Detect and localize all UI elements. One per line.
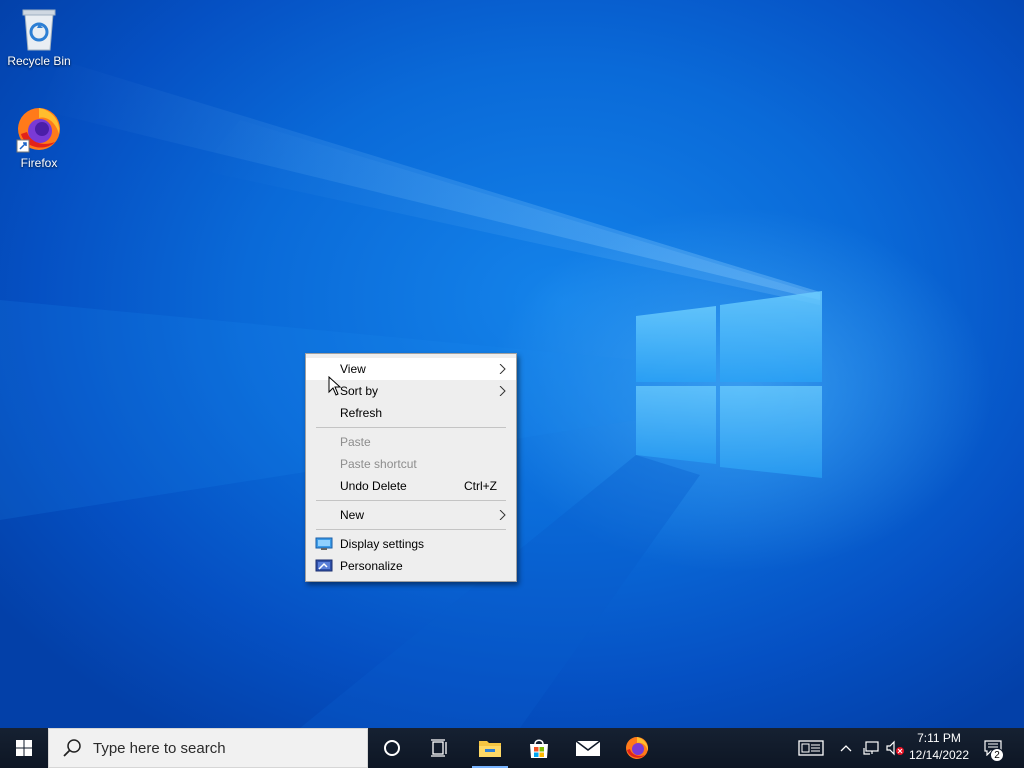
firefox-taskbar-button[interactable] <box>613 728 661 768</box>
windows-logo-wallpaper <box>636 291 822 478</box>
taskbar-clock[interactable]: 7:11 PM 12/14/2022 <box>906 730 972 766</box>
clock-date: 12/14/2022 <box>908 748 970 762</box>
firefox-icon <box>16 108 60 153</box>
menu-item-label: View <box>340 362 366 376</box>
menu-item-label: Refresh <box>340 406 383 420</box>
display-settings-icon <box>315 537 333 550</box>
task-view-icon <box>431 739 447 757</box>
start-button[interactable] <box>0 728 48 768</box>
cortana-button[interactable] <box>368 728 416 768</box>
menu-separator <box>316 427 506 428</box>
menu-item-paste[interactable]: Paste <box>306 431 516 453</box>
menu-item-display-settings[interactable]: Display settings <box>306 533 516 555</box>
chevron-right-icon <box>499 364 506 374</box>
menu-separator <box>316 500 506 501</box>
menu-item-label: Paste <box>340 435 371 449</box>
mouse-cursor-icon <box>328 376 342 396</box>
notification-count-badge: 2 <box>990 748 1004 762</box>
menu-item-undo-delete[interactable]: Undo Delete Ctrl+Z <box>306 475 516 497</box>
firefox-icon <box>626 737 649 759</box>
taskbar-search-box[interactable]: Type here to search <box>48 728 368 768</box>
network-button[interactable] <box>860 728 882 768</box>
menu-item-label: Paste shortcut <box>340 457 417 471</box>
menu-item-label: Display settings <box>340 537 425 551</box>
chevron-right-icon <box>499 386 506 396</box>
desktop-icon-recycle-bin[interactable]: Recycle Bin <box>1 6 77 68</box>
menu-item-paste-shortcut[interactable]: Paste shortcut <box>306 453 516 475</box>
menu-separator <box>316 529 506 530</box>
menu-item-label: Personalize <box>340 559 403 573</box>
menu-item-personalize[interactable]: Personalize <box>306 555 516 577</box>
desktop-icon-label: Recycle Bin <box>7 54 71 68</box>
personalize-icon <box>315 559 333 572</box>
desktop-icon-label: Firefox <box>20 156 58 170</box>
microsoft-store-icon <box>530 739 548 758</box>
start-icon <box>16 740 32 756</box>
menu-item-refresh[interactable]: Refresh <box>306 402 516 424</box>
volume-muted-icon <box>886 740 904 756</box>
file-explorer-button[interactable] <box>466 728 514 768</box>
mail-icon <box>575 740 601 756</box>
menu-item-shortcut: Ctrl+Z <box>464 479 497 493</box>
search-icon <box>63 739 81 757</box>
clock-time: 7:11 PM <box>917 731 961 745</box>
show-hidden-icons-button[interactable] <box>836 728 856 768</box>
mail-button[interactable] <box>564 728 612 768</box>
desktop-icon-firefox[interactable]: Firefox <box>1 104 77 170</box>
chevron-up-icon <box>840 745 852 752</box>
news-and-interests-button[interactable] <box>794 728 828 768</box>
search-placeholder: Type here to search <box>93 739 226 757</box>
task-view-button[interactable] <box>416 728 464 768</box>
cortana-icon <box>384 740 400 756</box>
recycle-bin-icon <box>22 9 56 51</box>
chevron-right-icon <box>499 510 506 520</box>
menu-item-label: New <box>340 508 365 522</box>
menu-item-new[interactable]: New <box>306 504 516 526</box>
file-explorer-icon <box>479 741 501 757</box>
volume-button[interactable] <box>884 728 906 768</box>
menu-item-label: Undo Delete <box>340 479 407 493</box>
show-desktop-button[interactable] <box>1012 728 1020 768</box>
news-icon <box>798 740 824 756</box>
network-icon <box>863 741 879 755</box>
menu-item-label: Sort by <box>340 384 379 398</box>
microsoft-store-button[interactable] <box>515 728 563 768</box>
taskbar: Type here to search 7:11 PM 12/14/2022 <box>0 728 1024 768</box>
